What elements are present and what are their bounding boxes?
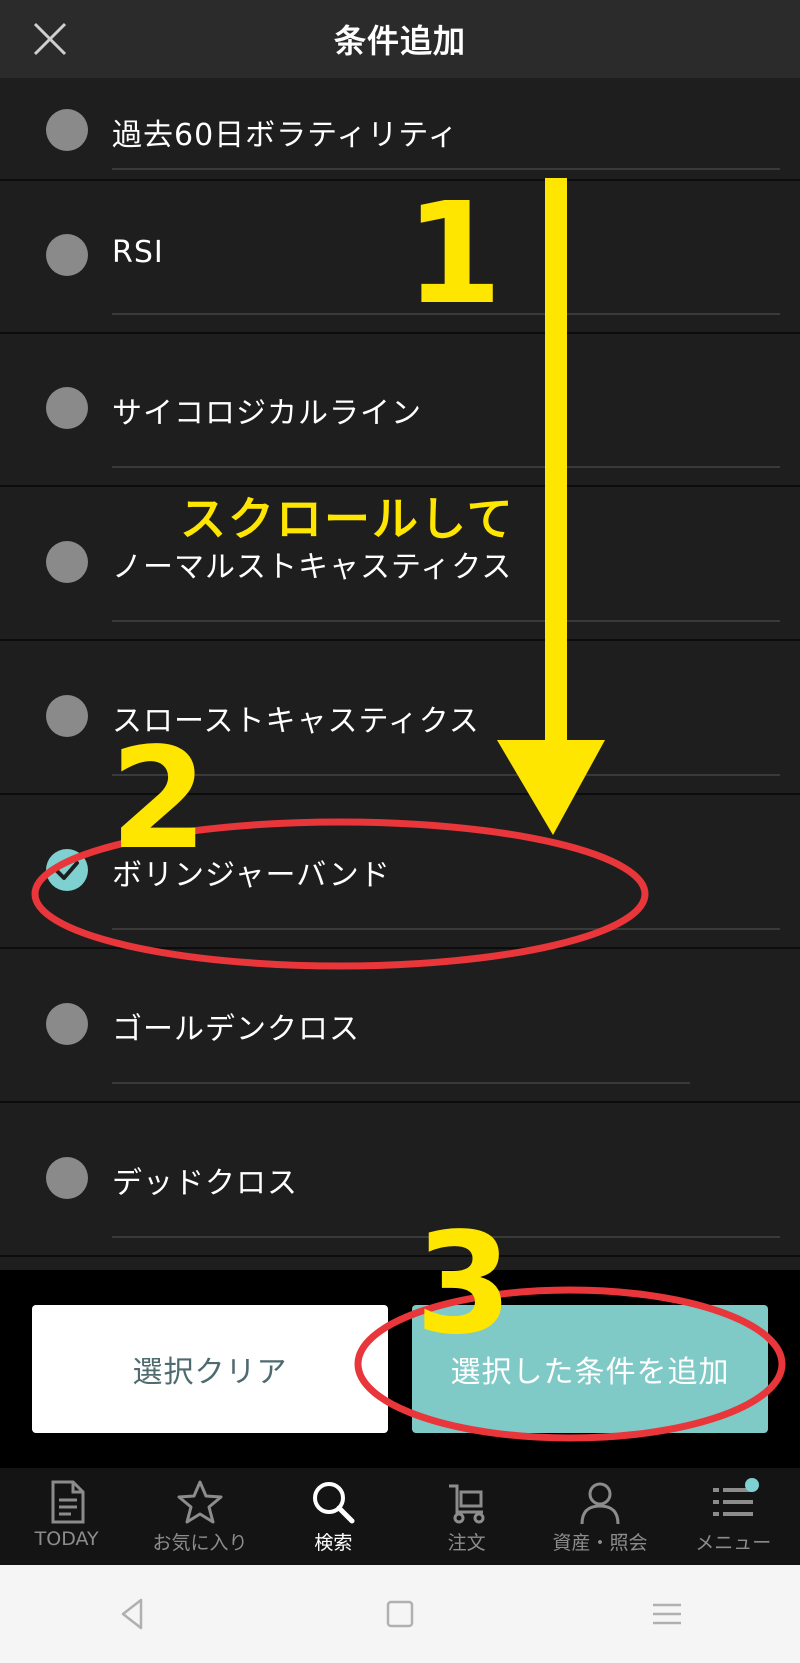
condition-label: サイコロジカルライン (112, 396, 422, 431)
radio-button[interactable] (46, 387, 88, 429)
condition-label: デッドクロス (112, 1166, 298, 1201)
condition-label: RSI (112, 235, 164, 270)
tab-label: 注文 (447, 1532, 486, 1554)
tab-today[interactable]: TODAY (0, 1468, 133, 1565)
clear-selection-button[interactable]: 選択クリア (32, 1305, 388, 1433)
header-bar: 条件追加 (0, 0, 800, 78)
tab-order[interactable]: 注文 (400, 1468, 533, 1565)
radio-button-checked[interactable] (46, 849, 88, 891)
divider (112, 774, 780, 776)
tab-label: TODAY (34, 1528, 99, 1550)
condition-row-volatility[interactable]: 過去60日ボラティリティ (0, 78, 800, 181)
tab-assets[interactable]: 資産・照会 (533, 1468, 666, 1565)
condition-row-golden-cross[interactable]: ゴールデンクロス (0, 950, 800, 1103)
divider (112, 928, 780, 930)
tab-label: 資産・照会 (552, 1532, 648, 1554)
annotation-step-1: 1 (405, 173, 503, 336)
recents-icon[interactable] (647, 1594, 687, 1634)
condition-row-dead-cross[interactable]: デッドクロス (0, 1104, 800, 1257)
condition-label: ノーマルストキャスティクス (112, 550, 513, 585)
home-icon[interactable] (380, 1594, 420, 1634)
radio-button[interactable] (46, 234, 88, 276)
bottom-tab-bar: TODAY お気に入り 検索 注文 資産・照会 メニュー (0, 1468, 800, 1565)
tab-label: メニュー (695, 1532, 772, 1554)
condition-row-psychological[interactable]: サイコロジカルライン (0, 334, 800, 487)
close-icon[interactable] (30, 19, 70, 59)
search-icon (313, 1482, 355, 1524)
radio-button[interactable] (46, 1003, 88, 1045)
tab-favorites[interactable]: お気に入り (133, 1468, 266, 1565)
condition-row-rsi[interactable]: RSI (0, 181, 800, 334)
radio-button[interactable] (46, 541, 88, 583)
divider (112, 1082, 690, 1084)
annotation-step-3: 3 (415, 1203, 513, 1366)
star-icon (177, 1480, 223, 1524)
tab-label: 検索 (314, 1532, 353, 1554)
action-bar: 選択クリア 選択した条件を追加 (0, 1270, 800, 1468)
radio-button[interactable] (46, 695, 88, 737)
condition-list[interactable]: 過去60日ボラティリティ RSI サイコロジカルライン ノーマルストキャスティク… (0, 78, 800, 1270)
cart-icon (448, 1484, 485, 1524)
tab-label: お気に入り (152, 1532, 248, 1554)
notification-badge (744, 1478, 759, 1492)
annotation-step-2: 2 (110, 718, 208, 881)
person-icon (580, 1482, 620, 1525)
divider (112, 168, 780, 170)
checkmark-icon (55, 861, 79, 880)
radio-button[interactable] (46, 1157, 88, 1199)
tab-search[interactable]: 検索 (267, 1468, 400, 1565)
divider (112, 620, 780, 622)
annotation-scroll-text: スクロールして (180, 492, 515, 546)
divider (112, 466, 780, 468)
radio-button[interactable] (46, 109, 88, 151)
back-icon[interactable] (113, 1594, 153, 1634)
tab-menu[interactable]: メニュー (667, 1468, 800, 1565)
document-icon (51, 1480, 85, 1524)
system-nav-bar (0, 1565, 800, 1663)
condition-label: 過去60日ボラティリティ (112, 118, 459, 153)
page-title: 条件追加 (333, 22, 466, 60)
condition-label: ゴールデンクロス (112, 1012, 360, 1047)
